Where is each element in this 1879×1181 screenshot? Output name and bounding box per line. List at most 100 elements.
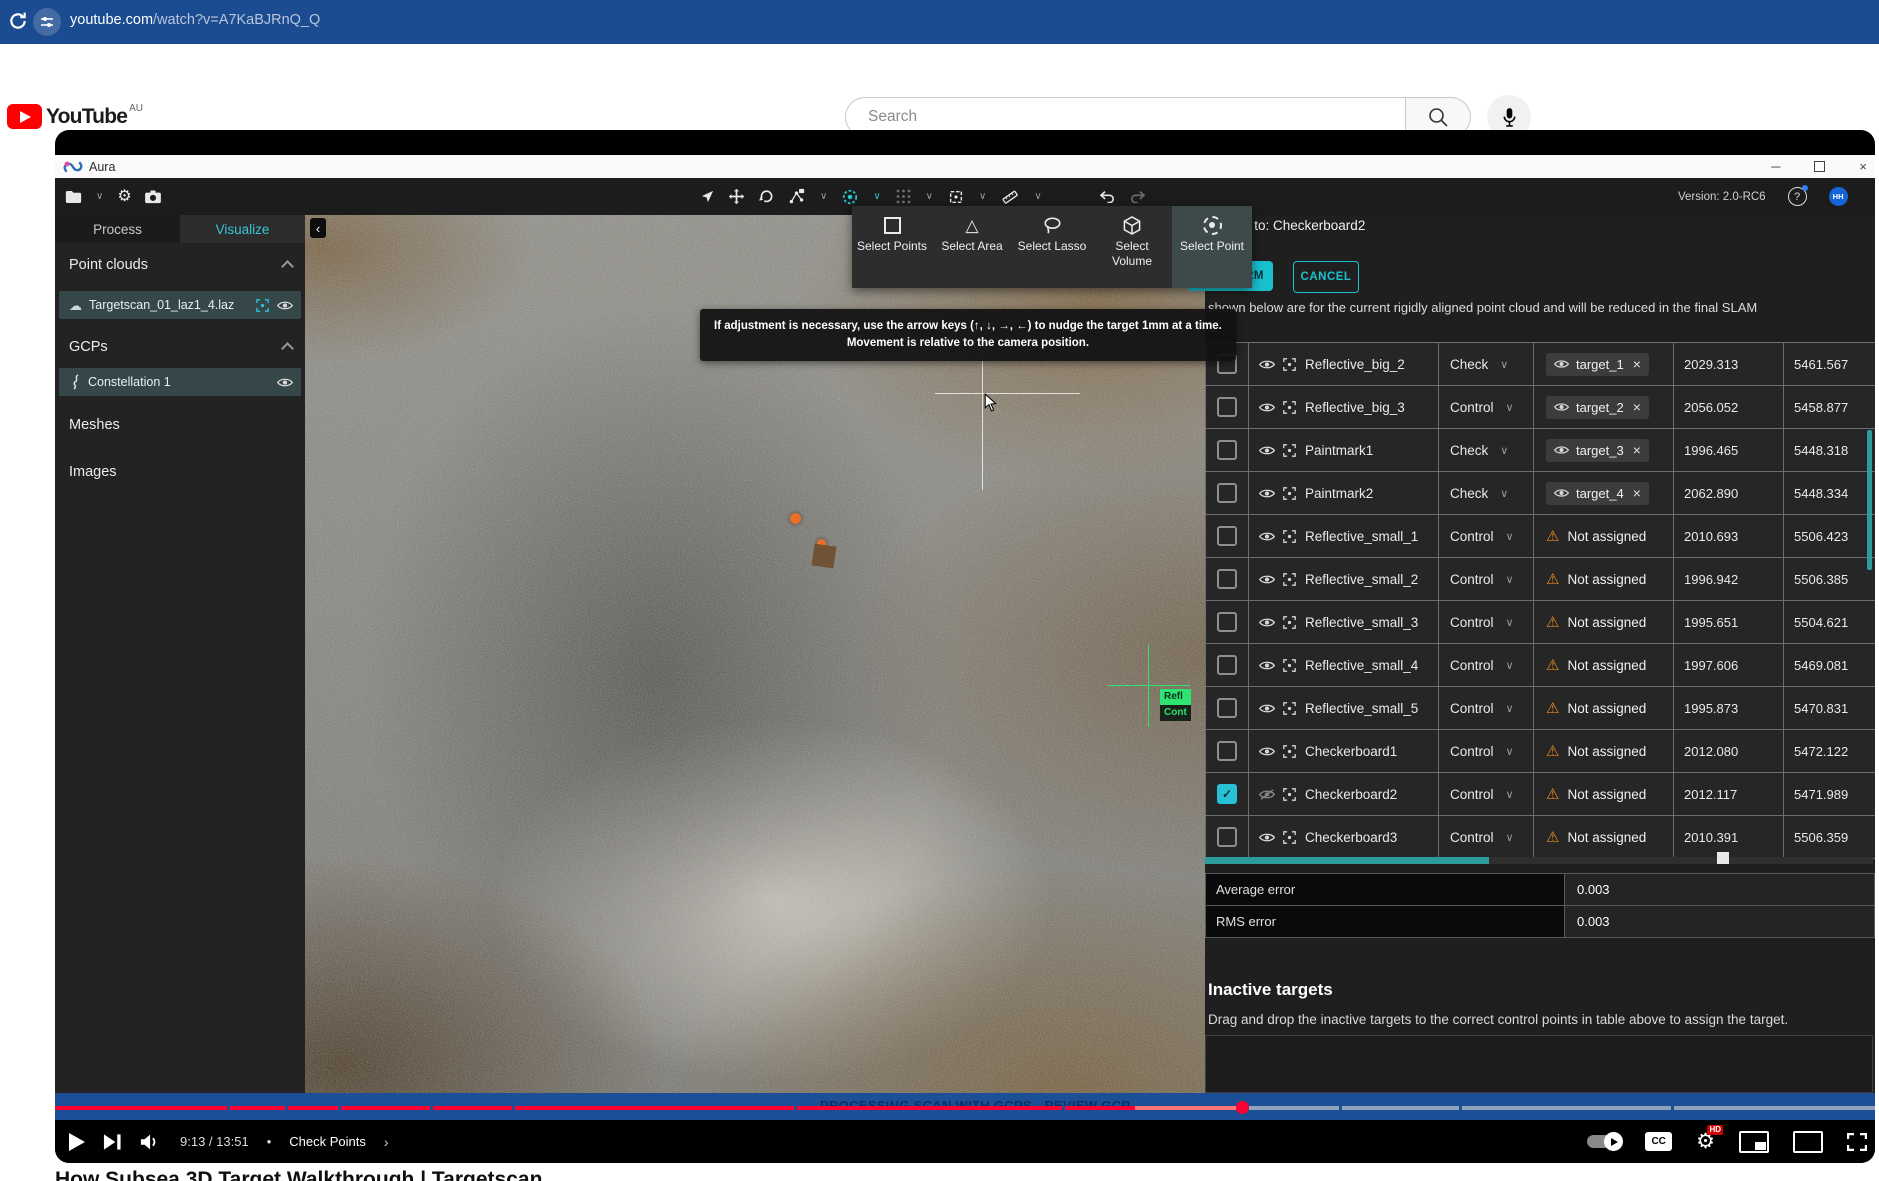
youtube-logo[interactable]: YouTube AU	[7, 104, 143, 129]
type-dropdown[interactable]: Control ∨	[1438, 386, 1533, 428]
chevron-down-icon[interactable]: ∨	[926, 191, 933, 202]
url-field[interactable]: youtube.com/watch?v=A7KaBJRnQ_Q	[70, 12, 320, 28]
visibility-eye-icon[interactable]	[1259, 789, 1275, 800]
unassign-x-icon[interactable]: ×	[1633, 487, 1641, 499]
select-target-tool-icon[interactable]	[842, 189, 858, 205]
gcps-header[interactable]: GCPs	[69, 339, 108, 355]
screenshot-camera-icon[interactable]	[144, 190, 162, 204]
player-settings-button[interactable]: ⚙HD	[1696, 1131, 1715, 1152]
tab-process[interactable]: Process	[55, 215, 180, 243]
visibility-eye-icon[interactable]	[1259, 660, 1275, 671]
visibility-eye-icon[interactable]	[1259, 531, 1275, 542]
play-button[interactable]	[69, 1133, 85, 1151]
table-vertical-scrollbar[interactable]	[1867, 430, 1872, 570]
site-settings-icon[interactable]	[33, 8, 61, 36]
locate-target-icon[interactable]	[1283, 358, 1296, 371]
chapter-label[interactable]: Check Points	[289, 1134, 366, 1149]
visibility-eye-icon[interactable]	[1259, 574, 1275, 585]
type-dropdown[interactable]: Check ∨	[1438, 429, 1533, 471]
help-icon[interactable]: ?	[1788, 187, 1807, 206]
type-dropdown[interactable]: Control ∨	[1438, 644, 1533, 686]
sidebar-collapse-button[interactable]: ‹	[310, 218, 326, 238]
row-checkbox[interactable]	[1217, 827, 1237, 847]
locate-target-icon[interactable]	[1283, 401, 1296, 414]
row-checkbox[interactable]	[1217, 655, 1237, 675]
type-dropdown[interactable]: Control ∨	[1438, 601, 1533, 643]
unassign-x-icon[interactable]: ×	[1633, 401, 1641, 413]
volume-icon[interactable]	[140, 1133, 162, 1151]
locate-target-icon[interactable]	[1283, 487, 1296, 500]
visibility-eye-icon[interactable]	[1259, 832, 1275, 843]
locate-target-icon[interactable]	[1283, 659, 1296, 672]
row-checkbox[interactable]	[1217, 612, 1237, 632]
search-input[interactable]	[866, 107, 1370, 127]
visibility-eye-icon[interactable]	[277, 377, 293, 388]
box-select-icon[interactable]	[948, 189, 964, 205]
undo-icon[interactable]	[1099, 190, 1116, 203]
inactive-targets-dropzone[interactable]	[1205, 1035, 1873, 1093]
fullscreen-button[interactable]	[1847, 1133, 1867, 1151]
row-checkbox[interactable]	[1217, 569, 1237, 589]
locate-target-icon[interactable]	[256, 299, 269, 312]
row-checkbox[interactable]	[1217, 397, 1237, 417]
open-folder-icon[interactable]	[65, 190, 82, 204]
miniplayer-button[interactable]	[1739, 1131, 1769, 1153]
reload-icon[interactable]	[8, 11, 30, 33]
close-icon[interactable]: ×	[1859, 160, 1867, 173]
row-checkbox[interactable]	[1217, 741, 1237, 761]
locate-target-icon[interactable]	[1283, 702, 1296, 715]
measure-ruler-icon[interactable]	[1001, 188, 1019, 206]
next-button[interactable]	[103, 1133, 122, 1151]
type-dropdown[interactable]: Control ∨	[1438, 558, 1533, 600]
type-dropdown[interactable]: Check ∨	[1438, 343, 1533, 385]
visibility-eye-icon[interactable]	[277, 300, 293, 311]
visibility-eye-icon[interactable]	[1259, 703, 1275, 714]
playhead[interactable]	[1236, 1101, 1249, 1114]
type-dropdown[interactable]: Control ∨	[1438, 816, 1533, 858]
type-dropdown[interactable]: Control ∨	[1438, 730, 1533, 772]
move-tool-icon[interactable]	[728, 188, 745, 205]
locate-target-icon[interactable]	[1283, 788, 1296, 801]
cancel-button[interactable]: CANCEL	[1293, 261, 1359, 293]
theater-mode-button[interactable]	[1793, 1131, 1823, 1153]
visibility-eye-icon[interactable]	[1259, 445, 1275, 456]
video-progress-bar[interactable]	[55, 1106, 1875, 1110]
row-checkbox[interactable]: ✓	[1217, 784, 1237, 804]
assigned-target-chip[interactable]: target_2 ×	[1546, 396, 1649, 419]
collapse-chevron-icon[interactable]	[281, 342, 294, 355]
visibility-eye-icon[interactable]	[1259, 402, 1275, 413]
settings-gear-icon[interactable]: ⚙	[117, 189, 131, 205]
collapse-chevron-icon[interactable]	[281, 260, 294, 273]
chevron-down-icon[interactable]: ∨	[979, 191, 986, 202]
row-checkbox[interactable]	[1217, 483, 1237, 503]
chevron-down-icon[interactable]: ∨	[873, 191, 880, 202]
row-checkbox[interactable]	[1217, 526, 1237, 546]
locate-target-icon[interactable]	[1283, 745, 1296, 758]
row-checkbox[interactable]	[1217, 698, 1237, 718]
chevron-down-icon[interactable]: ∨	[820, 191, 827, 202]
scrollbar-corner-box[interactable]	[1717, 852, 1729, 864]
select-volume-tool[interactable]: Select Volume	[1092, 206, 1172, 288]
visibility-eye-icon[interactable]	[1259, 359, 1275, 370]
type-dropdown[interactable]: Control ∨	[1438, 515, 1533, 557]
redo-icon[interactable]	[1129, 190, 1146, 203]
captions-button[interactable]: CC	[1645, 1132, 1672, 1151]
navigate-cursor-icon[interactable]	[700, 189, 715, 204]
restore-icon[interactable]	[1814, 161, 1825, 172]
unassign-x-icon[interactable]: ×	[1633, 358, 1641, 370]
assigned-target-chip[interactable]: target_1 ×	[1546, 353, 1649, 376]
chevron-down-icon[interactable]: ∨	[96, 191, 103, 202]
rotate-tool-icon[interactable]	[758, 188, 775, 205]
grid-points-icon[interactable]	[896, 189, 911, 204]
type-dropdown[interactable]: Control ∨	[1438, 773, 1533, 815]
meshes-header[interactable]: Meshes	[69, 417, 120, 433]
select-point-tool[interactable]: Select Point	[1172, 206, 1252, 288]
avatar[interactable]: HH	[1829, 187, 1848, 206]
visibility-eye-icon[interactable]	[1259, 746, 1275, 757]
locate-target-icon[interactable]	[1283, 831, 1296, 844]
minimize-icon[interactable]: ─	[1771, 160, 1780, 173]
assigned-target-chip[interactable]: target_4 ×	[1546, 482, 1649, 505]
sidebar-item-constellation[interactable]: Constellation 1	[59, 368, 301, 396]
unassign-x-icon[interactable]: ×	[1633, 444, 1641, 456]
select-area-tool[interactable]: △ Select Area	[932, 206, 1012, 288]
